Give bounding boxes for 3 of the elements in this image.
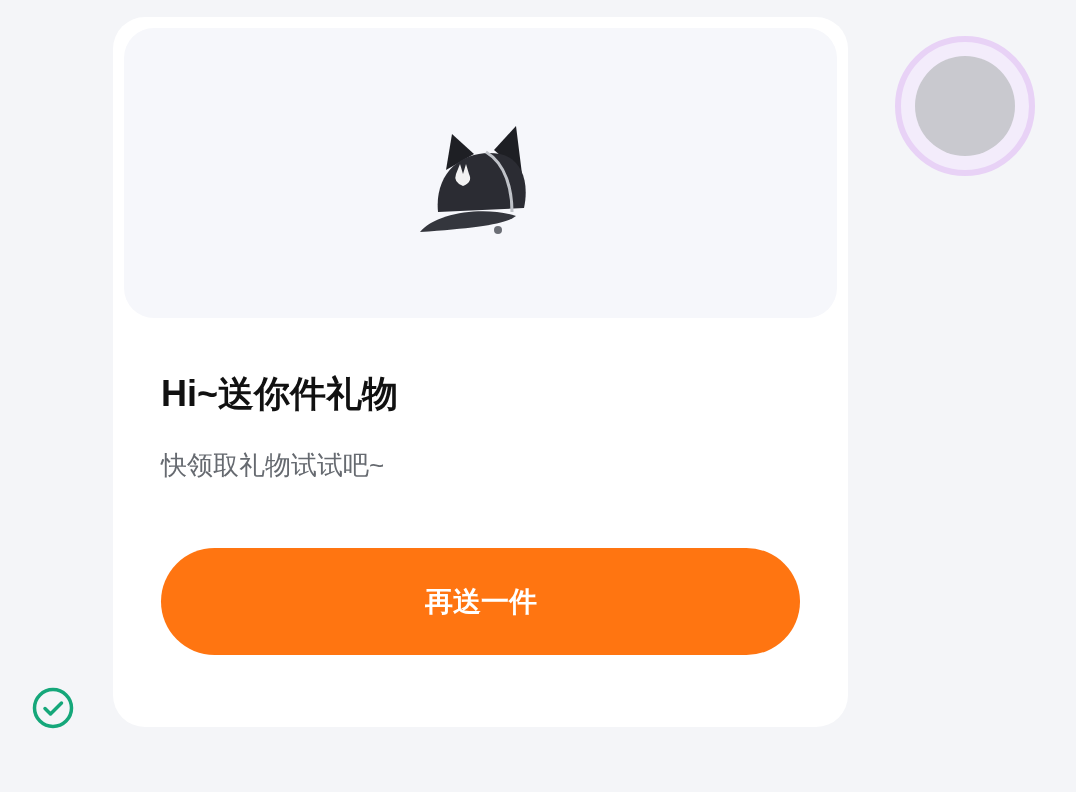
- gift-subtitle: 快领取礼物试试吧~: [161, 449, 386, 482]
- gift-title: Hi~送你件礼物: [161, 372, 400, 416]
- send-another-button[interactable]: 再送一件: [161, 548, 800, 655]
